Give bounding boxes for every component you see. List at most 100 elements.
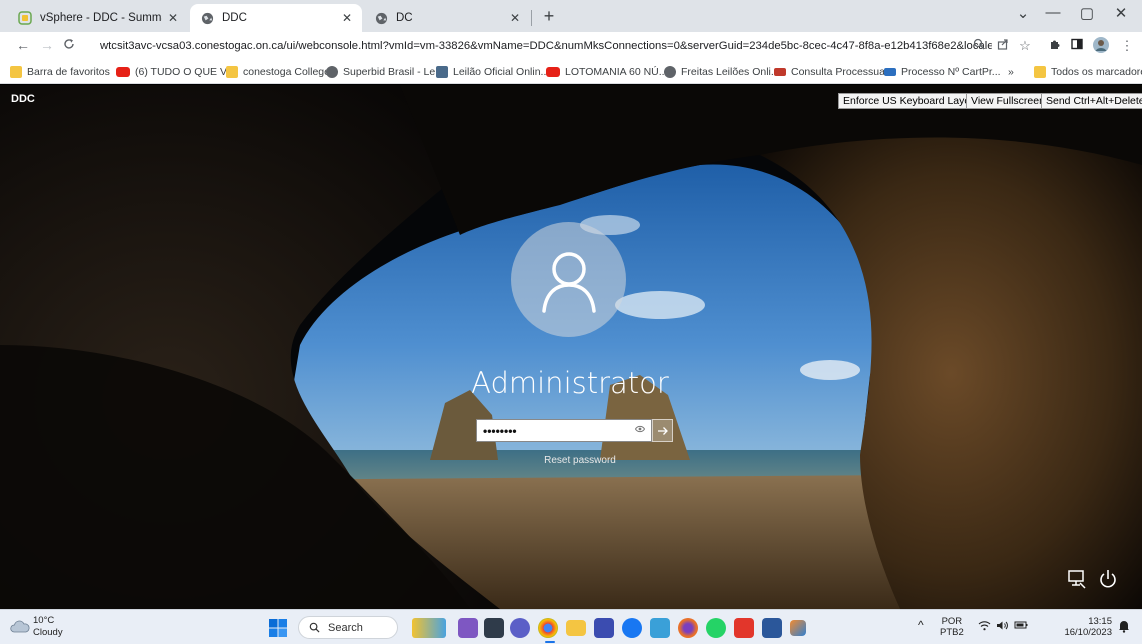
- arrow-right-icon: [657, 426, 668, 435]
- tab-dc[interactable]: DC ✕: [364, 4, 530, 32]
- new-tab-button[interactable]: +: [537, 6, 561, 27]
- firefox-icon[interactable]: [678, 618, 698, 638]
- bookmarks-overflow-button[interactable]: »: [1008, 64, 1014, 80]
- chrome-active-indicator: [545, 641, 555, 643]
- pje-icon: [774, 68, 786, 76]
- language-indicator[interactable]: POR PTB2: [940, 616, 964, 638]
- taskbar-search-box[interactable]: Search: [298, 616, 398, 639]
- vm-console[interactable]: DDC Enforce US Keyboard Layout View Full…: [0, 85, 1142, 609]
- vsphere-favicon-icon: [18, 11, 32, 25]
- acrobat-icon[interactable]: [734, 618, 754, 638]
- close-tab-icon[interactable]: ✕: [168, 11, 178, 25]
- forward-button[interactable]: →: [38, 37, 56, 53]
- photos-icon[interactable]: [650, 618, 670, 638]
- power-options-icon[interactable]: [1097, 568, 1119, 590]
- battery-icon[interactable]: [1014, 620, 1028, 633]
- bookmark-folder-conestoga[interactable]: conestoga College: [226, 64, 330, 80]
- vm-name-label: DDC: [11, 93, 35, 105]
- facebook-icon[interactable]: [622, 618, 642, 638]
- tab-separator: [531, 10, 532, 26]
- reload-button[interactable]: [60, 37, 78, 53]
- submit-arrow-button[interactable]: [652, 419, 673, 442]
- reload-icon: [64, 39, 74, 49]
- clock[interactable]: 13:15 16/10/2023: [1060, 616, 1112, 638]
- minimize-button[interactable]: —: [1038, 4, 1068, 21]
- password-row: ••••••••: [476, 419, 673, 442]
- teams-chat-icon[interactable]: [510, 618, 530, 638]
- globe-icon: [326, 66, 338, 78]
- browser-menu-icon[interactable]: ⋮: [1118, 37, 1136, 55]
- windows-taskbar: 10°C Cloudy Search ^ POR PTB2 13:15 16/1…: [0, 609, 1142, 644]
- zoom-icon[interactable]: [970, 37, 988, 55]
- maximize-button[interactable]: ▢: [1072, 4, 1102, 22]
- bookmark-folder-favoritos[interactable]: Barra de favoritos: [10, 64, 110, 80]
- app-icon[interactable]: [790, 620, 806, 636]
- bookmark-processo-cartpr[interactable]: Processo Nº CartPr...: [884, 64, 1001, 80]
- tray-overflow-chevron[interactable]: ^: [918, 619, 924, 631]
- word-icon[interactable]: [762, 618, 782, 638]
- close-window-button[interactable]: ✕: [1106, 4, 1136, 22]
- bookmark-freitas[interactable]: Freitas Leilões Onli...: [664, 64, 780, 80]
- bookmark-superbid[interactable]: Superbid Brasil - Le...: [326, 64, 444, 80]
- store-icon[interactable]: [594, 618, 614, 638]
- reveal-password-eye-icon[interactable]: [634, 425, 646, 436]
- close-tab-icon[interactable]: ✕: [342, 11, 352, 25]
- reset-password-link[interactable]: Reset password: [500, 455, 660, 466]
- chrome-icon[interactable]: [538, 618, 558, 638]
- bookmark-label: Consulta Processua...: [791, 66, 894, 78]
- enforce-keyboard-layout-button[interactable]: Enforce US Keyboard Layout: [838, 93, 984, 109]
- notification-bell-icon[interactable]: [1118, 619, 1130, 636]
- password-input[interactable]: ••••••••: [476, 419, 652, 442]
- tab-title: vSphere - DDC - Summary: [40, 12, 162, 24]
- whatsapp-icon[interactable]: [706, 618, 726, 638]
- bookmark-label: Superbid Brasil - Le...: [343, 66, 444, 78]
- user-silhouette-icon: [541, 251, 596, 313]
- bookmark-star-icon[interactable]: ☆: [1016, 37, 1034, 55]
- profile-avatar[interactable]: [1092, 37, 1110, 55]
- share-icon[interactable]: [994, 37, 1012, 55]
- weather-condition: Cloudy: [33, 627, 63, 638]
- weather-temperature: 10°C: [33, 615, 55, 626]
- send-ctrl-alt-delete-button[interactable]: Send Ctrl+Alt+Delete: [1041, 93, 1142, 109]
- bookmark-youtube-tudo[interactable]: (6) TUDO O QUE V...: [116, 64, 235, 80]
- file-explorer-icon[interactable]: [566, 620, 586, 636]
- back-button[interactable]: ←: [14, 37, 32, 53]
- tab-search-chevron-icon[interactable]: ⌄: [1008, 4, 1038, 22]
- tab-title: DDC: [222, 12, 247, 24]
- close-tab-icon[interactable]: ✕: [510, 11, 520, 25]
- user-avatar: [511, 222, 626, 337]
- address-bar[interactable]: wtcsit3avc-vcsa03.conestogac.on.ca/ui/we…: [86, 35, 992, 57]
- news-widget-icon[interactable]: [412, 618, 446, 638]
- bookmark-label: LOTOMANIA 60 NÚ...: [565, 66, 668, 78]
- extensions-icon[interactable]: [1046, 37, 1064, 55]
- tab-vsphere-summary[interactable]: vSphere - DDC - Summary ✕: [8, 4, 188, 32]
- volume-icon[interactable]: [996, 620, 1009, 634]
- bookmark-youtube-lotomania[interactable]: LOTOMANIA 60 NÚ...: [546, 64, 668, 80]
- task-view-icon[interactable]: [484, 618, 504, 638]
- bookmark-label: Leilão Oficial Onlin...: [453, 66, 550, 78]
- weather-widget[interactable]: 10°C Cloudy: [33, 615, 63, 639]
- bookmark-label: conestoga College: [243, 66, 330, 78]
- tab-ddc[interactable]: DDC ✕: [190, 4, 362, 32]
- browser-toolbar: ← → wtcsit3avc-vcsa03.conestogac.on.ca/u…: [0, 32, 1142, 60]
- folder-icon: [1034, 66, 1046, 78]
- browser-tabstrip: vSphere - DDC - Summary ✕ DDC ✕ DC ✕ + ⌄…: [0, 0, 1142, 32]
- windows-start-icon[interactable]: [268, 618, 288, 638]
- bookmark-consulta-processual[interactable]: Consulta Processua...: [774, 64, 894, 80]
- bookmark-label: Barra de favoritos: [27, 66, 110, 78]
- view-fullscreen-button[interactable]: View Fullscreen: [966, 93, 1050, 109]
- cloud-weather-icon: [10, 620, 30, 633]
- side-panel-icon[interactable]: [1068, 37, 1086, 55]
- teams-icon[interactable]: [458, 618, 478, 638]
- globe-favicon-icon: [374, 11, 388, 25]
- screen: vSphere - DDC - Summary ✕ DDC ✕ DC ✕ + ⌄…: [0, 0, 1142, 644]
- network-icon[interactable]: [1066, 568, 1088, 590]
- url-text: wtcsit3avc-vcsa03.conestogac.on.ca/ui/we…: [100, 40, 992, 52]
- tab-title: DC: [396, 12, 413, 24]
- other-bookmarks-folder[interactable]: Todos os marcadores: [1034, 64, 1142, 80]
- bookmark-leilao-oficial[interactable]: Leilão Oficial Onlin...: [436, 64, 549, 80]
- language-code: POR: [941, 616, 963, 627]
- bookmarks-bar: Barra de favoritos (6) TUDO O QUE V... c…: [0, 60, 1142, 84]
- site-icon: [884, 68, 896, 76]
- wifi-icon[interactable]: [978, 620, 991, 634]
